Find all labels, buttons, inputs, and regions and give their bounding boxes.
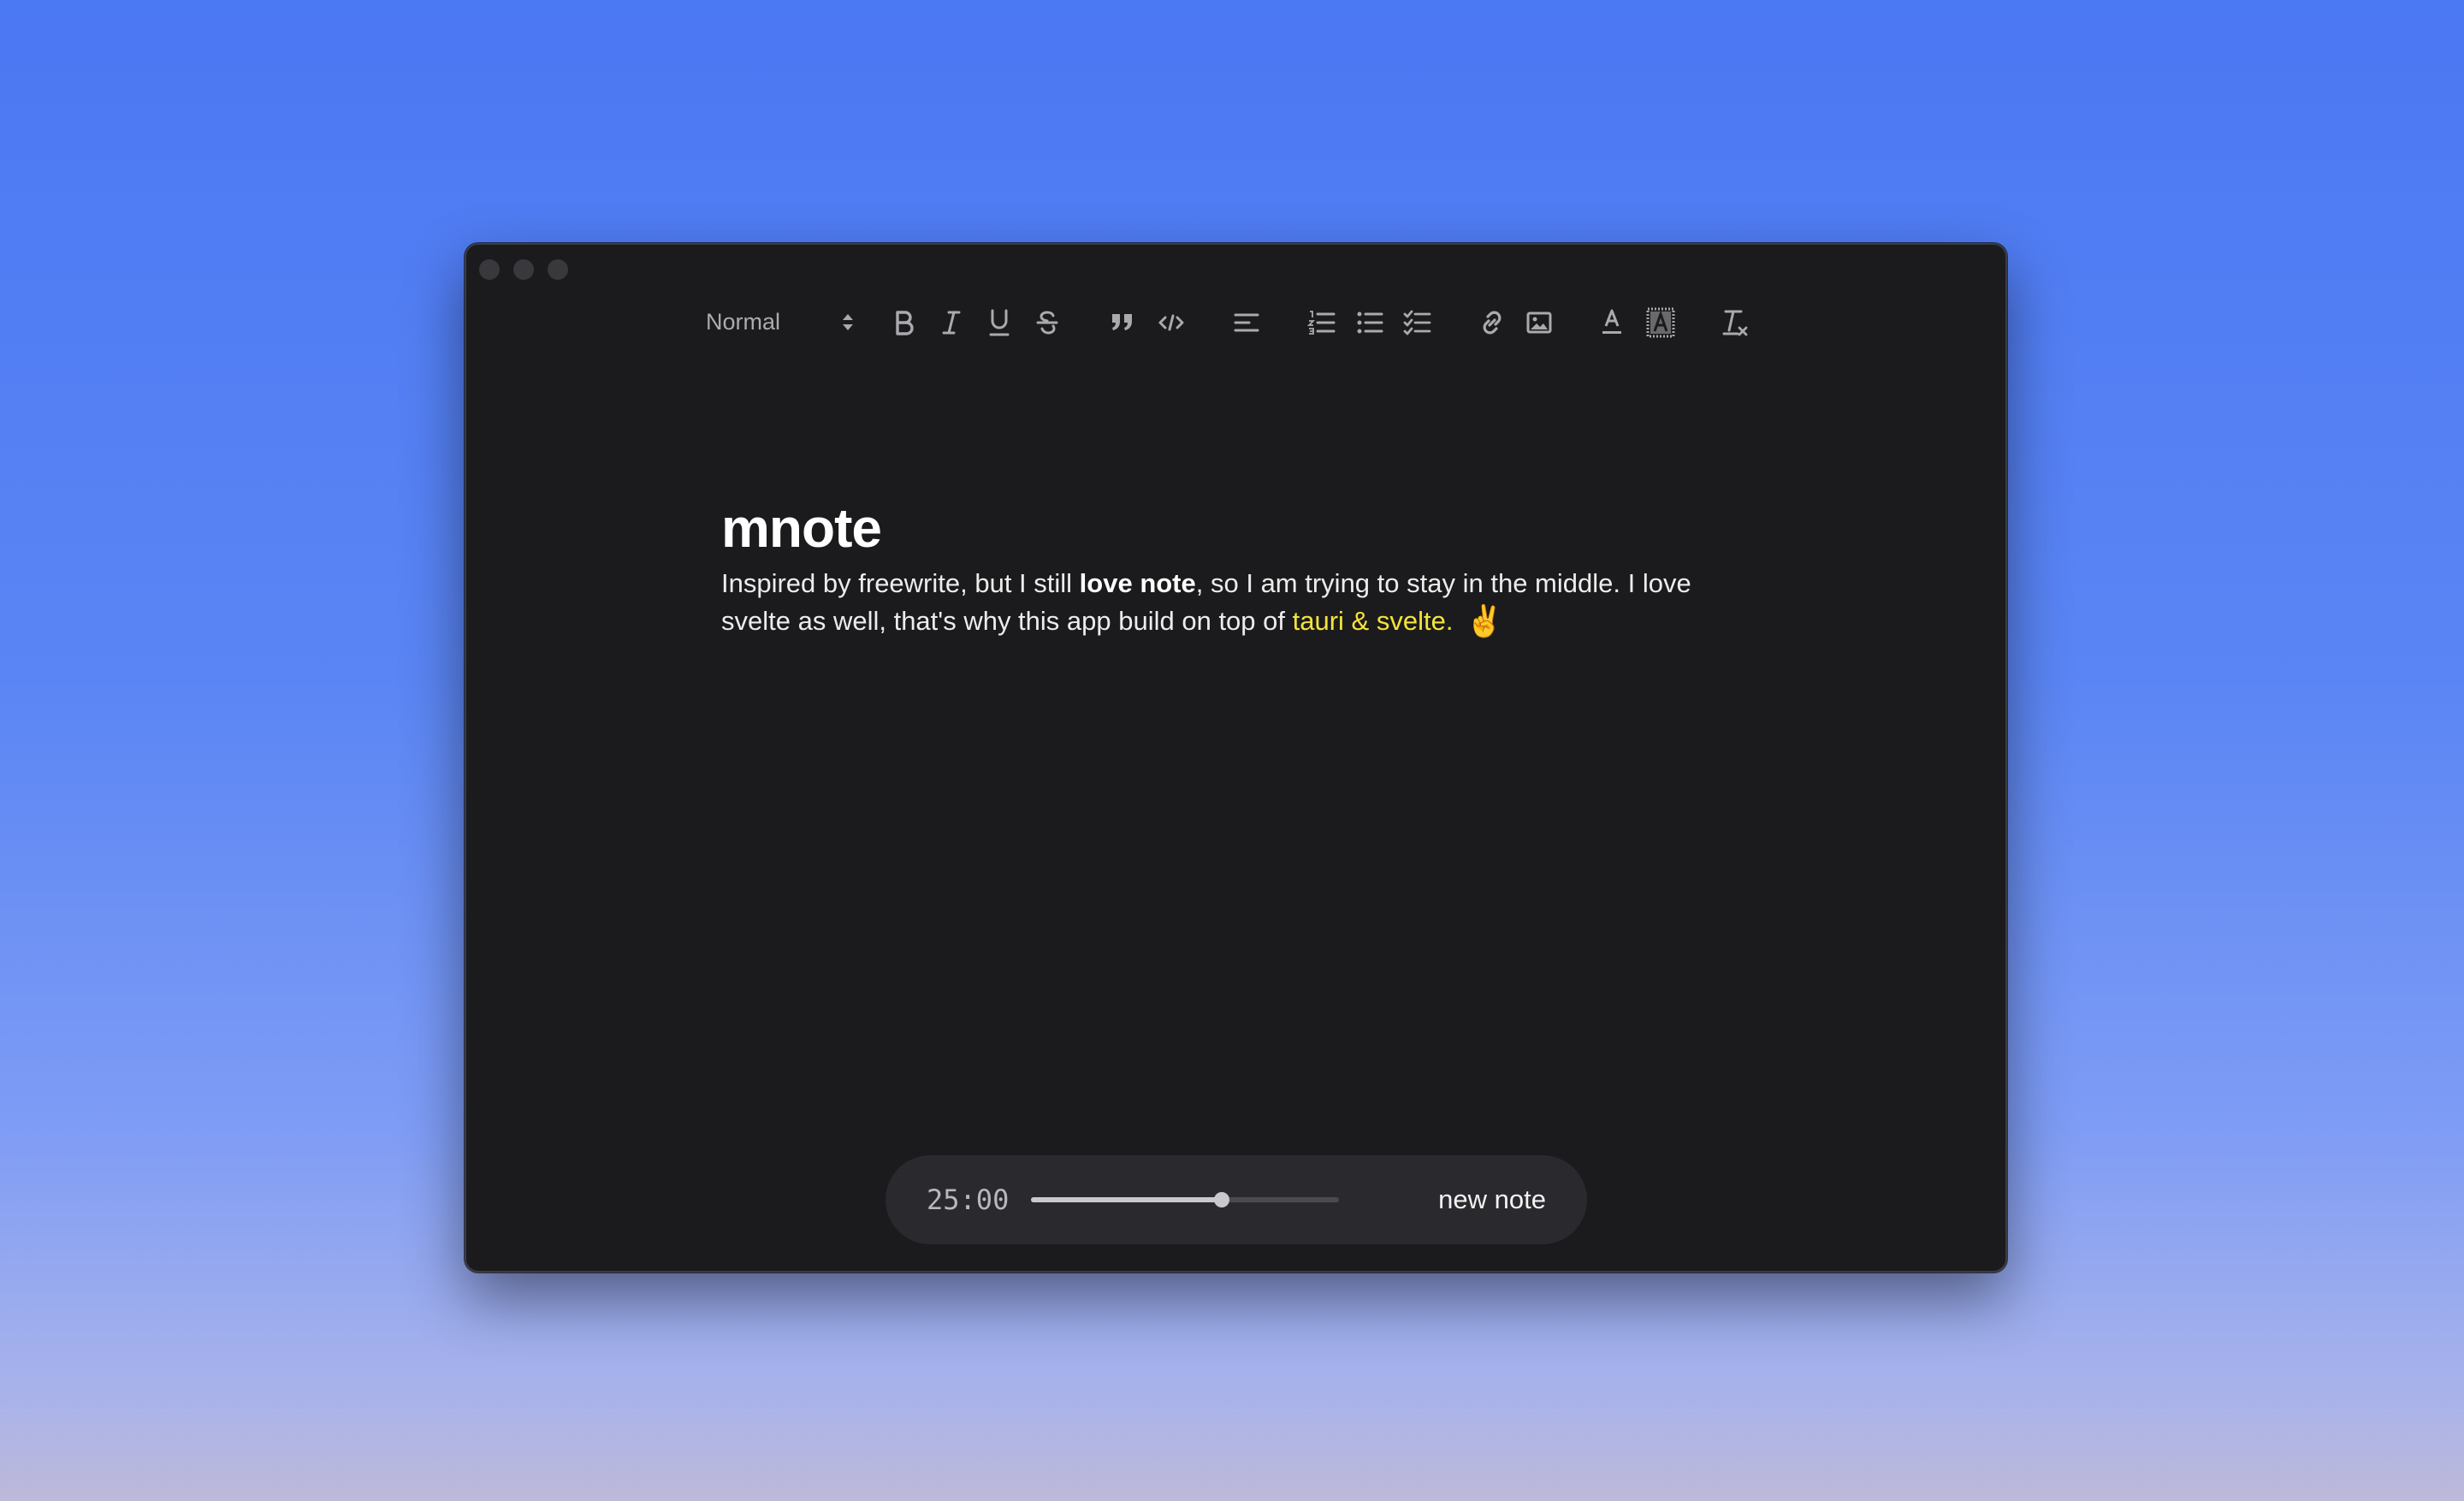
image-button[interactable] [1525, 311, 1553, 335]
check-list-button[interactable] [1403, 309, 1432, 336]
image-icon [1526, 311, 1552, 334]
format-toolbar: Normal [466, 307, 2005, 341]
app-window: Normal mnote Inspired by freewrite, but … [465, 243, 2007, 1273]
checklist-icon [1403, 310, 1431, 335]
align-left-icon [1234, 313, 1259, 332]
bullet-list-button[interactable] [1355, 309, 1384, 336]
underline-button[interactable] [986, 308, 1012, 337]
slider-knob[interactable] [1214, 1192, 1230, 1207]
strikethrough-icon [1036, 311, 1058, 335]
note-title[interactable]: mnote [721, 495, 1765, 561]
timer-slider[interactable] [1031, 1192, 1339, 1207]
editor-area[interactable]: mnote Inspired by freewrite, but I still… [721, 495, 1765, 640]
paragraph-text-1: Inspired by freewrite, but I still [721, 568, 1080, 598]
bullet-list-icon [1357, 311, 1383, 334]
strike-button[interactable] [1034, 309, 1060, 336]
close-window-button[interactable] [479, 259, 500, 280]
bold-icon [896, 311, 914, 335]
bottom-control-bar: 25:00 new note [886, 1155, 1587, 1244]
countdown-timer: 25:00 [927, 1184, 1010, 1216]
background-color-icon [1646, 307, 1675, 338]
victory-hand-emoji: ✌️ [1465, 603, 1504, 638]
align-button[interactable] [1233, 311, 1260, 335]
heading-format-value: Normal [706, 308, 781, 335]
underline-icon [989, 309, 1010, 336]
code-icon [1158, 314, 1184, 331]
paragraph-bold-text: love note [1079, 568, 1196, 598]
quote-icon [1112, 314, 1132, 330]
paragraph-highlight-text: tauri & svelte [1292, 606, 1446, 636]
clear-format-button[interactable] [1721, 307, 1750, 338]
heading-format-select[interactable]: Normal [706, 305, 853, 339]
window-controls [479, 259, 568, 280]
select-arrows-icon [843, 313, 853, 330]
background-color-button[interactable] [1646, 307, 1675, 338]
link-button[interactable] [1478, 309, 1507, 336]
italic-button[interactable] [939, 309, 964, 336]
slider-fill [1031, 1197, 1223, 1202]
maximize-window-button[interactable] [548, 259, 568, 280]
ordered-list-icon [1307, 311, 1336, 335]
ordered-list-button[interactable] [1307, 309, 1336, 336]
code-block-button[interactable] [1158, 311, 1185, 335]
bold-button[interactable] [891, 309, 917, 336]
clear-format-icon [1722, 310, 1748, 336]
blockquote-button[interactable] [1110, 311, 1135, 335]
minimize-window-button[interactable] [513, 259, 534, 280]
text-color-button[interactable] [1599, 307, 1625, 338]
paragraph-text-3: . [1445, 606, 1454, 636]
italic-icon [942, 311, 961, 335]
new-note-button[interactable]: new note [1438, 1181, 1546, 1219]
note-paragraph[interactable]: Inspired by freewrite, but I still love … [721, 565, 1765, 640]
text-color-icon [1602, 309, 1621, 334]
link-icon [1483, 311, 1502, 335]
